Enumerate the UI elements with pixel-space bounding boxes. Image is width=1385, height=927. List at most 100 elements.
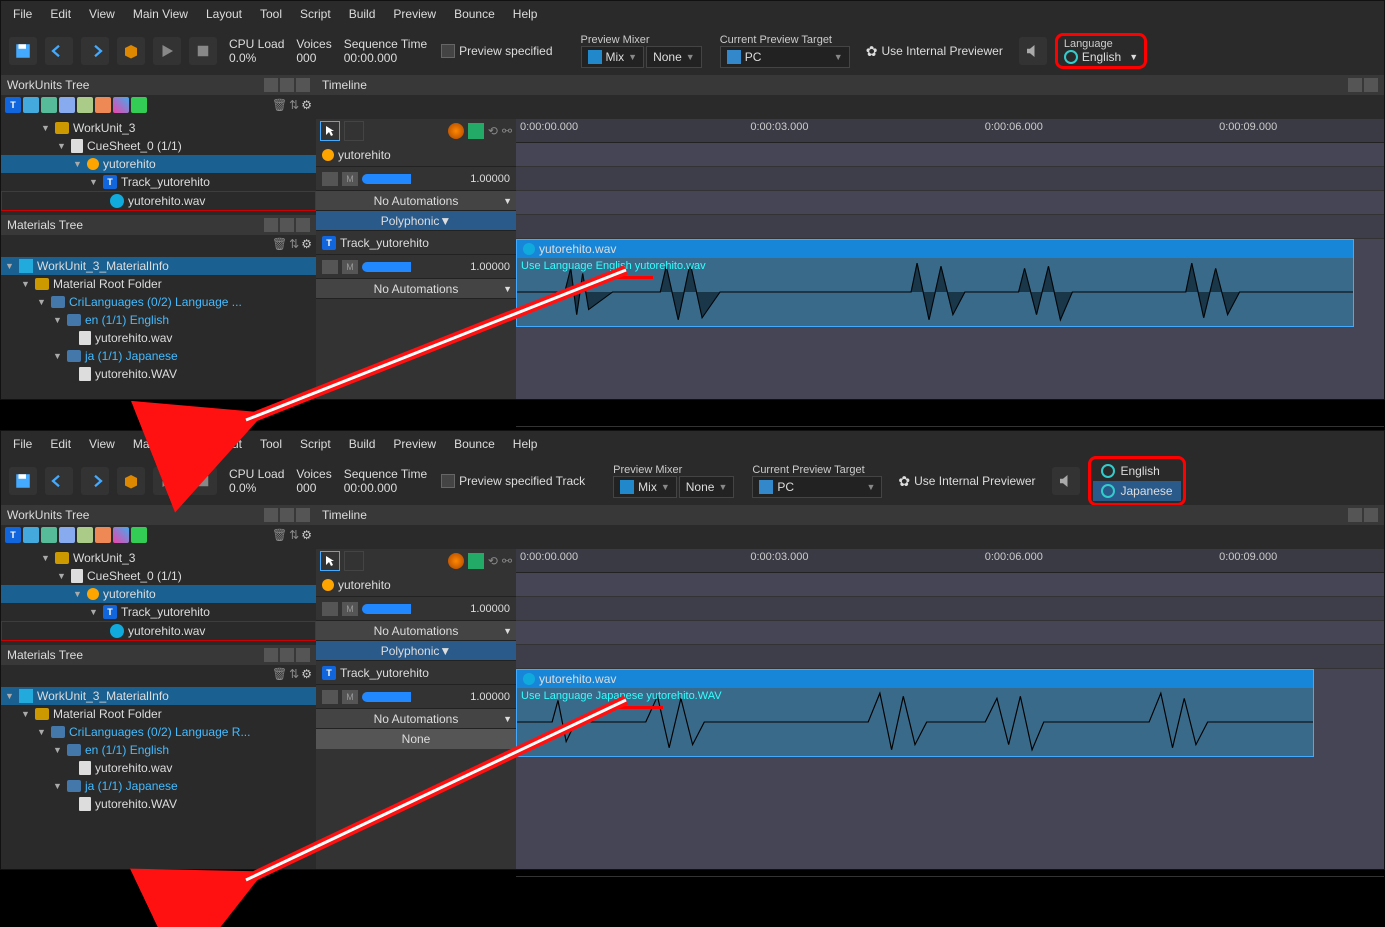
menu-file[interactable]: File — [13, 7, 32, 21]
use-internal-previewer[interactable]: ✿Use Internal Previewer — [898, 473, 1035, 490]
cue-row[interactable]: yutorehito — [316, 573, 516, 597]
cue-vol-row[interactable]: M1.00000 — [316, 597, 516, 621]
menu-bounce[interactable]: Bounce — [454, 7, 495, 21]
volume-slider[interactable] — [362, 174, 432, 184]
filter-icon-5[interactable] — [95, 97, 111, 113]
audio-clip[interactable]: yutorehito.wav Use Language Japanese yut… — [516, 669, 1314, 757]
link-icon[interactable]: ⚯ — [502, 124, 512, 138]
tree-cuesheet[interactable]: ▼CueSheet_0 (1/1) — [1, 567, 316, 585]
crop-tool[interactable] — [344, 551, 364, 571]
menu-script[interactable]: Script — [300, 7, 331, 21]
menu-layout[interactable]: Layout — [206, 437, 242, 451]
gear-icon[interactable]: ⚙ — [301, 667, 312, 681]
tree-track[interactable]: ▼TTrack_yutorehito — [1, 173, 316, 191]
lang-option-english[interactable]: English — [1093, 461, 1181, 481]
speaker-button[interactable] — [1019, 37, 1047, 65]
automation-row-2[interactable]: No Automations▼ — [316, 279, 516, 299]
save-button[interactable] — [9, 467, 37, 495]
none-row[interactable]: None — [316, 729, 516, 749]
tree-ja-folder[interactable]: ▼ja (1/1) Japanese — [1, 777, 316, 795]
volume-slider[interactable] — [362, 604, 432, 614]
timeline-lanes[interactable]: yutorehito.wav Use Language Japanese yut… — [516, 573, 1384, 869]
menu-mainview[interactable]: Main View — [133, 7, 188, 21]
polyphonic-row[interactable]: Polyphonic▼ — [316, 211, 516, 231]
stop-button[interactable] — [189, 467, 217, 495]
sort-icon[interactable]: ⇅ — [289, 667, 299, 681]
mute-button[interactable]: M — [342, 260, 358, 274]
skip-button[interactable] — [468, 123, 484, 139]
cue-vol-row[interactable]: M1.00000 — [316, 167, 516, 191]
gear-icon[interactable]: ⚙ — [301, 98, 312, 112]
record-button[interactable] — [448, 123, 464, 139]
tree-ja-folder[interactable]: ▼ja (1/1) Japanese — [1, 347, 316, 365]
sort-icon[interactable]: ⇅ — [289, 528, 299, 542]
timeline-ruler[interactable]: 0:00:00.000 0:00:03.000 0:00:06.000 0:00… — [516, 119, 1384, 143]
menu-preview[interactable]: Preview — [393, 7, 436, 21]
dock-icon[interactable] — [280, 508, 294, 522]
tree-en-wav[interactable]: yutorehito.wav — [1, 759, 316, 777]
menu-help[interactable]: Help — [513, 7, 538, 21]
menu-edit[interactable]: Edit — [50, 7, 71, 21]
dock-icon[interactable] — [1348, 508, 1362, 522]
volume-slider[interactable] — [362, 692, 432, 702]
filter-icon-4[interactable] — [77, 527, 93, 543]
menu-help[interactable]: Help — [513, 437, 538, 451]
menu-edit[interactable]: Edit — [50, 437, 71, 451]
filter-icon-2[interactable] — [41, 97, 57, 113]
type-t-icon[interactable]: T — [5, 97, 21, 113]
tree-en-folder[interactable]: ▼en (1/1) English — [1, 741, 316, 759]
dock-icon[interactable] — [280, 648, 294, 662]
close-icon[interactable] — [296, 648, 310, 662]
record-button[interactable] — [448, 553, 464, 569]
target-pc-dropdown[interactable]: PC▼ — [752, 476, 882, 498]
sort-icon[interactable]: ⇅ — [289, 237, 299, 251]
menu-tool[interactable]: Tool — [260, 7, 282, 21]
tree-cue[interactable]: ▼yutorehito — [1, 585, 316, 603]
lang-option-japanese[interactable]: Japanese — [1093, 481, 1181, 501]
mute-button[interactable]: M — [342, 172, 358, 186]
filter-icon-3[interactable] — [59, 97, 75, 113]
track-vol-row[interactable]: M1.00000 — [316, 255, 516, 279]
trash-icon[interactable]: 🗑 — [272, 528, 287, 542]
cue-row[interactable]: yutorehito — [316, 143, 516, 167]
tree-cue[interactable]: ▼yutorehito — [1, 155, 316, 173]
volume-slider[interactable] — [362, 262, 432, 272]
pointer-tool[interactable] — [320, 551, 340, 571]
mix-dropdown[interactable]: Mix▼ — [613, 476, 677, 498]
mix-dropdown[interactable]: Mix▼ — [581, 46, 645, 68]
automation-row[interactable]: No Automations▼ — [316, 621, 516, 641]
trash-icon[interactable]: 🗑 — [272, 98, 287, 112]
lock-icon[interactable] — [264, 648, 278, 662]
play-button[interactable] — [153, 37, 181, 65]
tree-matinfo[interactable]: ▼WorkUnit_3_MaterialInfo — [1, 257, 316, 275]
language-selector[interactable]: Language English▼ — [1055, 33, 1147, 69]
close-icon[interactable] — [1364, 78, 1378, 92]
loop-icon[interactable]: ⟲ — [488, 554, 498, 568]
redo-button[interactable] — [81, 37, 109, 65]
undo-button[interactable] — [45, 467, 73, 495]
loop-icon[interactable]: ⟲ — [488, 124, 498, 138]
type-t-icon[interactable]: T — [5, 527, 21, 543]
tree-workunit[interactable]: ▼WorkUnit_3 — [1, 119, 316, 137]
menu-script[interactable]: Script — [300, 437, 331, 451]
close-icon[interactable] — [296, 508, 310, 522]
menu-tool[interactable]: Tool — [260, 437, 282, 451]
dock-icon[interactable] — [1348, 78, 1362, 92]
close-icon[interactable] — [296, 78, 310, 92]
lock-icon[interactable] — [264, 218, 278, 232]
filter-icon-3[interactable] — [59, 527, 75, 543]
filter-icon-5[interactable] — [95, 527, 111, 543]
trash-icon[interactable]: 🗑 — [272, 237, 287, 251]
menu-build[interactable]: Build — [349, 437, 376, 451]
mix-none-dropdown[interactable]: None▼ — [679, 476, 735, 498]
mix-none-dropdown[interactable]: None▼ — [646, 46, 702, 68]
save-button[interactable] — [9, 37, 37, 65]
trash-icon[interactable]: 🗑 — [272, 667, 287, 681]
menu-file[interactable]: File — [13, 437, 32, 451]
tree-wav[interactable]: yutorehito.wav — [1, 621, 316, 641]
tree-rootfolder[interactable]: ▼Material Root Folder — [1, 705, 316, 723]
track-vol-row[interactable]: M1.00000 — [316, 685, 516, 709]
menu-layout[interactable]: Layout — [206, 7, 242, 21]
filter-icon-1[interactable] — [23, 527, 39, 543]
package-button[interactable] — [117, 37, 145, 65]
